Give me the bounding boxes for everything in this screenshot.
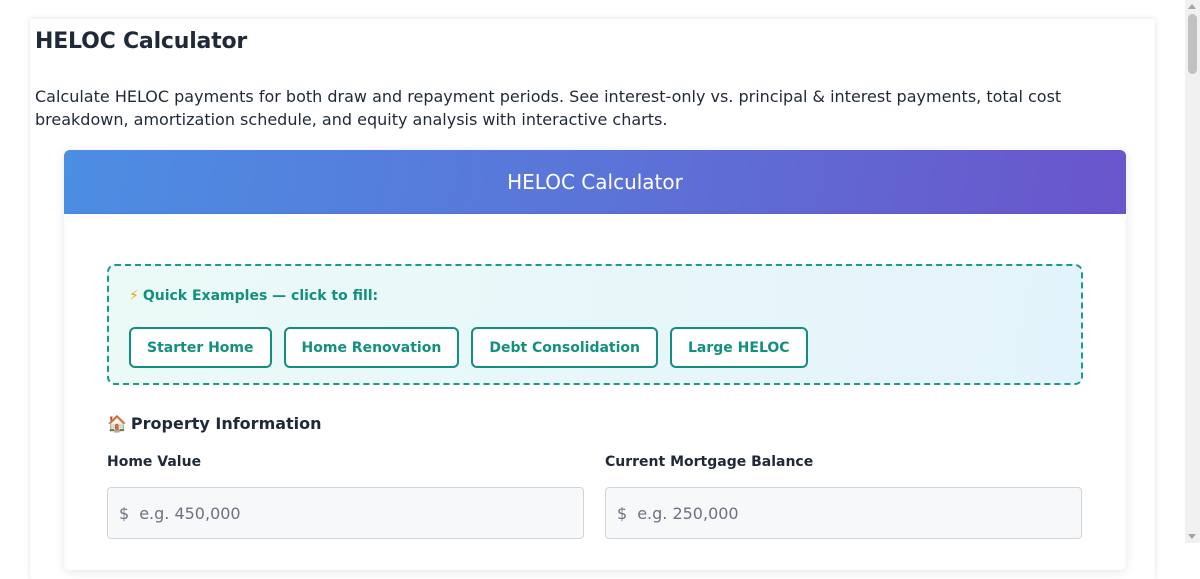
scroll-down-arrow-icon[interactable] [1188,534,1196,539]
property-section-title: 🏠 Property Information [107,414,322,433]
page-title: HELOC Calculator [35,29,248,54]
lightning-icon: ⚡ [129,288,139,304]
vertical-scrollbar[interactable] [1185,0,1200,543]
home-value-input-wrapper[interactable]: $ [107,487,584,539]
quick-examples-panel: ⚡ Quick Examples — click to fill: Starter… [107,264,1083,385]
example-large-heloc-button[interactable]: Large HELOC [670,327,808,368]
dollar-prefix: $ [119,503,130,523]
quick-examples-buttons: Starter Home Home Renovation Debt Consol… [129,327,808,368]
quick-examples-label: Quick Examples — click to fill: [142,288,379,304]
scroll-up-arrow-icon[interactable] [1188,4,1196,9]
calculator-body: ⚡ Quick Examples — click to fill: Starter… [66,214,1124,570]
mortgage-balance-label: Current Mortgage Balance [605,454,814,470]
home-value-input[interactable] [137,502,583,524]
home-value-field: Home Value $ [107,454,584,539]
mortgage-balance-input[interactable] [635,502,1081,524]
scrollbar-thumb[interactable] [1188,14,1197,74]
house-icon: 🏠 [107,414,127,433]
home-value-label: Home Value [107,454,202,470]
property-section-label: Property Information [130,414,322,433]
dollar-prefix: $ [617,503,628,523]
quick-examples-title: ⚡ Quick Examples — click to fill: [129,288,378,304]
example-debt-consolidation-button[interactable]: Debt Consolidation [471,327,658,368]
example-home-renovation-button[interactable]: Home Renovation [283,327,460,368]
example-starter-home-button[interactable]: Starter Home [129,327,272,368]
calculator-header: HELOC Calculator [64,150,1126,214]
calculator-card: HELOC Calculator ⚡ Quick Examples — click… [64,150,1126,570]
mortgage-balance-field: Current Mortgage Balance $ [605,454,1082,539]
mortgage-balance-input-wrapper[interactable]: $ [605,487,1082,539]
page-description: Calculate HELOC payments for both draw a… [35,87,1062,129]
